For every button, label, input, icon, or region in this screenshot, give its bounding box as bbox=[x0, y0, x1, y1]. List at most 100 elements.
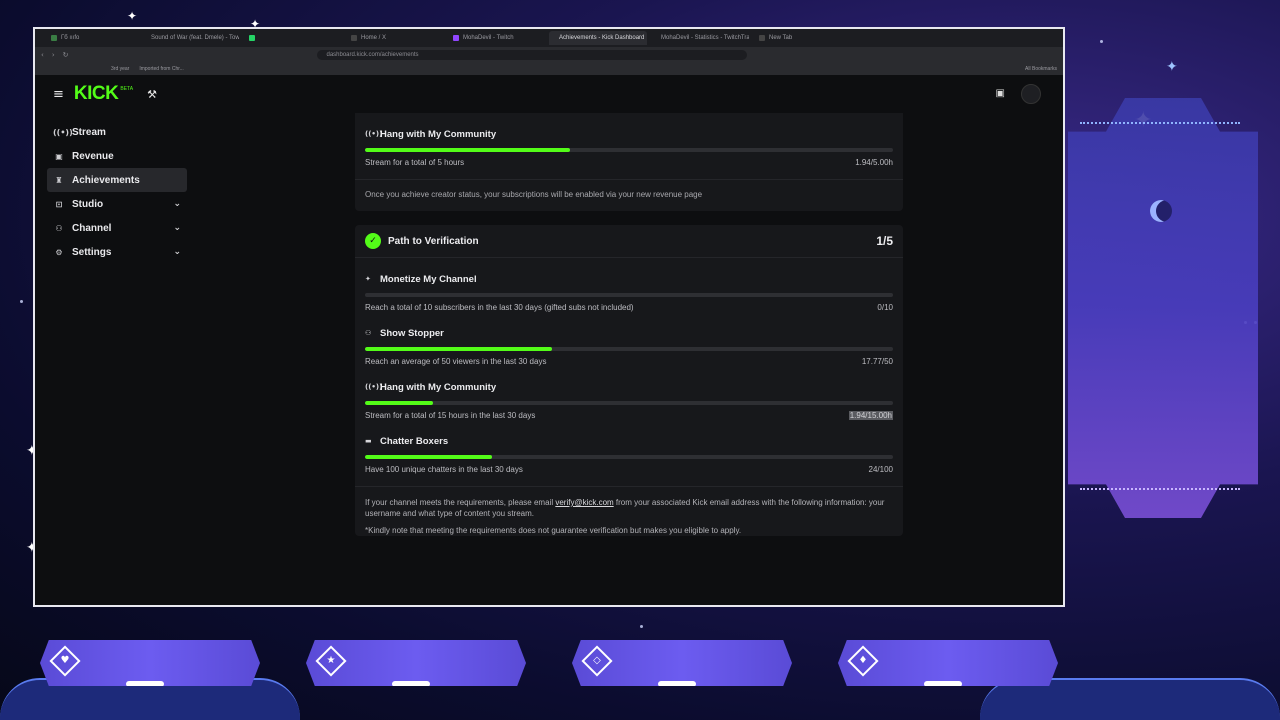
diamond-icon: ◇ bbox=[593, 655, 601, 666]
achievement-item: ((•)) Hang with My Community Stream for a … bbox=[355, 372, 903, 426]
decorative-panel bbox=[1068, 98, 1258, 518]
chevron-down-icon[interactable]: ⌄ bbox=[173, 247, 181, 257]
overlay-button: ◇ bbox=[572, 640, 792, 686]
achievements-content: ((•)) Hang with My Community Stream for … bbox=[355, 113, 903, 550]
address-bar: ‹ › ↻ dashboard.kick.com/achievements bbox=[35, 47, 1063, 63]
verification-instructions: If your channel meets the requirements, … bbox=[355, 486, 903, 536]
browser-window: Гб ıııfo Sound of War (feat. Dmele) - Tow… bbox=[33, 27, 1065, 607]
browser-tab[interactable]: Achievements - Kick Dashboard bbox=[549, 31, 647, 45]
avatar[interactable] bbox=[1021, 84, 1041, 104]
bookmark-item[interactable]: 3rd year bbox=[111, 66, 129, 72]
progress-bar bbox=[365, 455, 893, 459]
star-icon: ★ bbox=[326, 655, 336, 666]
trophy-icon: ♜ bbox=[55, 175, 63, 185]
chevron-down-icon[interactable]: ⌄ bbox=[173, 223, 181, 233]
moon-icon bbox=[1150, 200, 1172, 222]
browser-tab[interactable]: Sound of War (feat. Dmele) - Tower bbox=[141, 31, 239, 45]
achievement-progress: 17.77/50 bbox=[861, 357, 893, 366]
verification-count: 1/5 bbox=[876, 234, 893, 248]
overlay-button: ♥ bbox=[40, 640, 260, 686]
kick-dashboard: ≡ KICK BETA ⚒ ▣ ((•)) Stream ▣ Revenue ♜ Achi… bbox=[35, 75, 1063, 605]
creator-note: Once you achieve creator status, your su… bbox=[355, 179, 903, 211]
tab-label: New Tab bbox=[769, 35, 793, 41]
url-input[interactable]: dashboard.kick.com/achievements bbox=[316, 50, 747, 60]
tab-favicon-icon bbox=[759, 35, 765, 41]
achievement-title: ▬ Chatter Boxers bbox=[365, 435, 449, 447]
heart-icon: ♥ bbox=[60, 655, 70, 666]
sidebar-item-label: Stream bbox=[72, 126, 106, 138]
sidebar-item-achievements[interactable]: ♜ Achievements bbox=[47, 168, 187, 192]
browser-tab[interactable]: New Tab bbox=[753, 31, 851, 45]
achievement-item: ✦ Monetize My Channel Reach a total of 10 … bbox=[355, 264, 903, 318]
verification-card: ✓ Path to Verification 1/5 ✦ Monetize My … bbox=[355, 225, 903, 536]
progress-bar bbox=[365, 148, 893, 152]
tab-favicon-icon bbox=[351, 35, 357, 41]
achievement-title: ⚇ Show Stopper bbox=[365, 327, 444, 339]
decorative-divider bbox=[1080, 122, 1240, 126]
achievement-item: ▬ Chatter Boxers Have 100 unique chatters … bbox=[355, 426, 903, 480]
gem-frame: ★ bbox=[315, 645, 347, 677]
chevron-down-icon[interactable]: ⌄ bbox=[173, 199, 181, 209]
browser-tab[interactable]: Home / X bbox=[345, 31, 443, 45]
sidebar-item-settings[interactable]: ⚙ Settings ⌄ bbox=[47, 240, 187, 264]
chat-icon: ▬ bbox=[365, 437, 372, 445]
bookmark-item[interactable]: Imported from Chr... bbox=[139, 66, 183, 72]
sidebar-item-label: Revenue bbox=[72, 150, 114, 162]
verified-badge-icon: ✓ bbox=[365, 233, 381, 249]
bookmark-item[interactable]: All Bookmarks bbox=[1025, 66, 1057, 72]
overlay-button: ★ bbox=[306, 640, 526, 686]
sidebar-item-stream[interactable]: ((•)) Stream bbox=[47, 120, 187, 144]
browser-tab[interactable]: MohaDevil - Twitch bbox=[447, 31, 545, 45]
overlay-button: ♦ bbox=[838, 640, 1058, 686]
verification-header: ✓ Path to Verification 1/5 bbox=[355, 225, 903, 258]
tab-label: Home / X bbox=[361, 35, 387, 41]
tab-label: MohaDevil - Statistics - TwitchTracker bbox=[661, 35, 749, 41]
progress-bar bbox=[365, 401, 893, 405]
sidebar-item-studio[interactable]: ⊡ Studio ⌄ bbox=[47, 192, 187, 216]
tab-label: Achievements - Kick Dashboard bbox=[559, 35, 645, 41]
achievement-title: ((•)) Hang with My Community bbox=[365, 381, 497, 393]
back-icon[interactable]: ‹ bbox=[41, 51, 44, 59]
achievement-progress: 1.94/5.00h bbox=[855, 158, 893, 167]
verification-title: Path to Verification bbox=[388, 235, 479, 247]
gem-frame: ♦ bbox=[847, 645, 879, 677]
menu-icon[interactable]: ≡ bbox=[53, 87, 64, 102]
browser-tab[interactable]: Гб ıııfo bbox=[45, 31, 137, 45]
forward-icon[interactable]: › bbox=[52, 51, 55, 59]
hammer-icon[interactable]: ⚒ bbox=[147, 88, 157, 101]
creator-card: ((•)) Hang with My Community Stream for … bbox=[355, 113, 903, 211]
sparkle-icon: ✦ bbox=[127, 9, 138, 23]
channel-icon: ⚇ bbox=[55, 223, 63, 233]
progress-fill bbox=[365, 347, 553, 351]
beta-badge: BETA bbox=[120, 86, 134, 92]
revenue-icon: ▣ bbox=[55, 151, 63, 161]
email-link[interactable]: verify@kick.com bbox=[555, 498, 613, 507]
achievement-description: Reach an average of 50 viewers in the la… bbox=[365, 357, 547, 366]
browser-tab[interactable]: MohaDevil - Statistics - TwitchTracker bbox=[651, 31, 749, 45]
achievement-item: ((•)) Hang with My Community Stream for … bbox=[355, 113, 903, 179]
sidebar: ((•)) Stream ▣ Revenue ♜ Achievements ⊡ Studio ⌄… bbox=[47, 120, 187, 264]
tab-bar: Гб ıııfo Sound of War (feat. Dmele) - Tow… bbox=[35, 29, 1063, 47]
achievement-description: Stream for a total of 15 hours in the la… bbox=[365, 411, 536, 420]
tab-favicon-icon bbox=[51, 35, 57, 41]
progress-bar bbox=[365, 293, 893, 297]
decorative-pill bbox=[924, 681, 962, 686]
tab-label: Sound of War (feat. Dmele) - Tower bbox=[151, 35, 239, 41]
sidebar-item-channel[interactable]: ⚇ Channel ⌄ bbox=[47, 216, 187, 240]
sidebar-item-label: Studio bbox=[72, 198, 104, 210]
verification-list: ✦ Monetize My Channel Reach a total of 10 … bbox=[355, 258, 903, 486]
achievement-title: ✦ Monetize My Channel bbox=[365, 273, 477, 285]
browser-tab[interactable] bbox=[243, 31, 341, 45]
progress-bar bbox=[365, 347, 893, 351]
sparkle-icon: ✦ bbox=[365, 275, 371, 283]
tab-favicon-icon bbox=[249, 35, 255, 41]
broadcast-icon: ((•)) bbox=[365, 383, 383, 391]
sidebar-item-revenue[interactable]: ▣ Revenue bbox=[47, 144, 187, 168]
sidebar-item-label: Achievements bbox=[72, 174, 140, 186]
gem-frame: ◇ bbox=[581, 645, 613, 677]
kick-logo[interactable]: KICK bbox=[74, 83, 119, 105]
hdx-icon[interactable]: ▣ bbox=[996, 88, 1005, 99]
broadcast-icon: ((•)) bbox=[53, 127, 73, 137]
reload-icon[interactable]: ↻ bbox=[63, 51, 69, 59]
achievement-progress: 0/10 bbox=[877, 303, 893, 312]
